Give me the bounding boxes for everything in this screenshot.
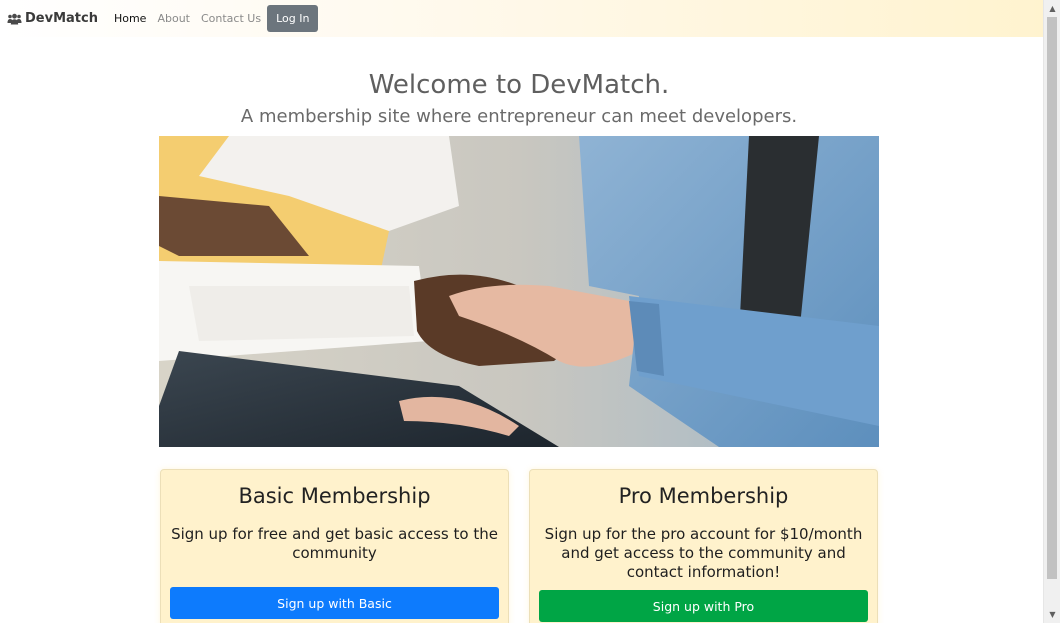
page-subtitle: A membership site where entrepreneur can… — [240, 106, 798, 127]
scroll-thumb[interactable] — [1047, 17, 1057, 579]
page: DevMatch Home About Contact Us Log In We… — [0, 0, 1060, 623]
login-button[interactable]: Log In — [267, 5, 319, 32]
pro-membership-card: Pro Membership Sign up for the pro accou… — [529, 469, 878, 623]
vertical-scrollbar[interactable]: ▲ ▼ — [1043, 0, 1060, 623]
pro-card-description: Sign up for the pro account for $10/mont… — [544, 525, 863, 581]
nav-link-home[interactable]: Home — [114, 12, 146, 25]
pro-card-title: Pro Membership — [618, 484, 789, 508]
nav-link-about[interactable]: About — [157, 12, 190, 25]
signup-basic-button[interactable]: Sign up with Basic — [170, 587, 499, 619]
basic-membership-card: Basic Membership Sign up for free and ge… — [160, 469, 509, 623]
basic-card-title: Basic Membership — [238, 484, 431, 508]
scroll-up-arrow-icon[interactable]: ▲ — [1044, 0, 1060, 17]
page-title: Welcome to DevMatch. — [368, 70, 670, 100]
scroll-down-arrow-icon[interactable]: ▼ — [1044, 606, 1060, 623]
handshake-image — [159, 136, 879, 447]
brand-name: DevMatch — [25, 11, 98, 26]
navbar: DevMatch Home About Contact Us Log In — [0, 0, 1043, 37]
users-icon — [7, 13, 22, 24]
basic-card-description: Sign up for free and get basic access to… — [171, 525, 498, 562]
brand-logo[interactable]: DevMatch — [7, 11, 98, 26]
nav-link-contact[interactable]: Contact Us — [201, 12, 261, 25]
signup-pro-button[interactable]: Sign up with Pro — [539, 590, 868, 622]
